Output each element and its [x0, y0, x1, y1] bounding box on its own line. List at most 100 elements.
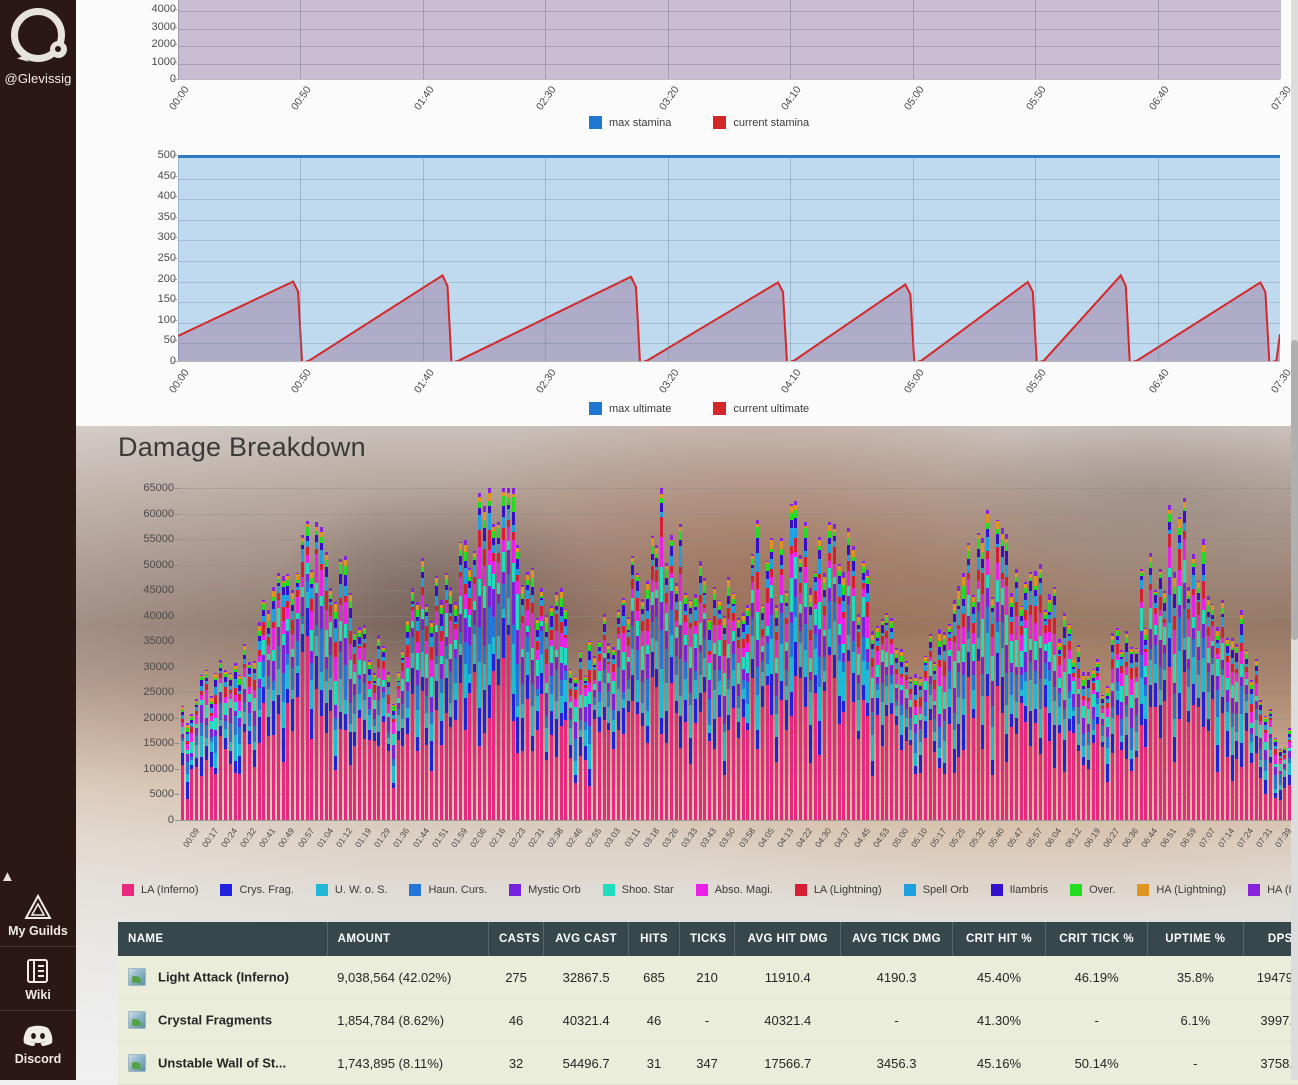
bar[interactable]	[325, 552, 328, 820]
bar[interactable]	[631, 556, 634, 820]
bar[interactable]	[406, 620, 409, 820]
bar[interactable]	[1053, 587, 1056, 820]
bar[interactable]	[881, 619, 884, 820]
bar[interactable]	[953, 600, 956, 820]
table-column-header[interactable]: CASTS	[488, 922, 543, 956]
bar[interactable]	[248, 662, 251, 820]
table-column-header[interactable]: HITS	[629, 922, 680, 956]
legend-item[interactable]: current stamina	[713, 116, 809, 129]
bar[interactable]	[521, 585, 524, 820]
bar[interactable]	[1058, 639, 1061, 820]
sidebar-item-discord[interactable]: Discord	[0, 1010, 76, 1074]
bar[interactable]	[598, 641, 601, 820]
bar[interactable]	[272, 587, 275, 820]
bar[interactable]	[449, 587, 452, 820]
bar[interactable]	[670, 535, 673, 820]
bar[interactable]	[1183, 498, 1186, 820]
bar[interactable]	[1240, 610, 1243, 820]
table-column-header[interactable]: TICKS	[679, 922, 734, 956]
bar[interactable]	[526, 572, 529, 820]
bar[interactable]	[435, 576, 438, 820]
avatar[interactable]: @Glevissig	[5, 6, 72, 86]
bar[interactable]	[1101, 695, 1104, 820]
bar[interactable]	[339, 559, 342, 820]
bar[interactable]	[689, 600, 692, 820]
bar[interactable]	[512, 488, 515, 820]
bar[interactable]	[190, 714, 193, 820]
bar[interactable]	[416, 602, 419, 820]
legend-item[interactable]: Spell Orb	[904, 884, 969, 896]
bar[interactable]	[373, 673, 376, 820]
page-scrollbar-thumb[interactable]	[1291, 340, 1298, 640]
bar[interactable]	[291, 590, 294, 820]
bar[interactable]	[723, 616, 726, 820]
bar[interactable]	[1154, 590, 1157, 820]
bar[interactable]	[1140, 569, 1143, 820]
bar[interactable]	[258, 622, 261, 820]
legend-item[interactable]: LA (Inferno)	[122, 884, 198, 896]
bar[interactable]	[1039, 564, 1042, 820]
bar[interactable]	[181, 706, 184, 820]
bar[interactable]	[459, 542, 462, 820]
bar[interactable]	[411, 588, 414, 820]
bar[interactable]	[464, 540, 467, 820]
bar[interactable]	[660, 488, 663, 820]
table-row[interactable]: Crystal Fragments1,854,784 (8.62%)464032…	[118, 999, 1298, 1042]
bar[interactable]	[607, 643, 610, 820]
bar[interactable]	[253, 661, 256, 820]
bar[interactable]	[1149, 553, 1152, 820]
bar[interactable]	[1020, 605, 1023, 820]
table-row[interactable]: Light Attack (Inferno)9,038,564 (42.02%)…	[118, 956, 1298, 999]
table-column-header[interactable]: UPTIME %	[1148, 922, 1244, 956]
legend-item[interactable]: HA (Lightning)	[1137, 884, 1226, 896]
bar[interactable]	[703, 578, 706, 820]
bar[interactable]	[243, 644, 246, 820]
bar[interactable]	[818, 537, 821, 820]
bar[interactable]	[699, 561, 702, 820]
table-column-header[interactable]: AVG TICK DMG	[841, 922, 952, 956]
bar[interactable]	[421, 557, 424, 820]
bar[interactable]	[555, 592, 558, 820]
bar[interactable]	[229, 673, 232, 820]
bar[interactable]	[1096, 659, 1099, 820]
bar[interactable]	[991, 597, 994, 820]
bar[interactable]	[440, 600, 443, 820]
bar[interactable]	[814, 571, 817, 820]
bar[interactable]	[574, 676, 577, 820]
bar[interactable]	[727, 577, 730, 820]
bar[interactable]	[353, 633, 356, 820]
bar[interactable]	[804, 522, 807, 820]
bar[interactable]	[1283, 747, 1286, 820]
bar[interactable]	[847, 528, 850, 820]
bar[interactable]	[986, 510, 989, 820]
bar[interactable]	[905, 661, 908, 820]
bar[interactable]	[838, 564, 841, 820]
bar[interactable]	[1001, 528, 1004, 820]
bar[interactable]	[1072, 660, 1075, 820]
bar[interactable]	[492, 524, 495, 820]
bar[interactable]	[1173, 572, 1176, 820]
bar[interactable]	[205, 670, 208, 820]
bar[interactable]	[368, 660, 371, 820]
table-column-header[interactable]: AMOUNT	[327, 922, 488, 956]
bar[interactable]	[349, 593, 352, 820]
bar[interactable]	[977, 533, 980, 820]
bar[interactable]	[195, 699, 198, 820]
legend-item[interactable]: Abso. Magi.	[696, 884, 773, 896]
bar[interactable]	[1226, 638, 1229, 820]
bar[interactable]	[445, 573, 448, 820]
bar[interactable]	[382, 646, 385, 820]
bar[interactable]	[852, 546, 855, 820]
bar[interactable]	[200, 675, 203, 820]
bar[interactable]	[900, 649, 903, 820]
bar[interactable]	[1092, 669, 1095, 820]
bar[interactable]	[593, 656, 596, 820]
bar[interactable]	[358, 627, 361, 820]
bar[interactable]	[560, 588, 563, 820]
bar[interactable]	[584, 675, 587, 820]
bar[interactable]	[1250, 680, 1253, 820]
table-column-header[interactable]: AVG HIT DMG	[735, 922, 841, 956]
legend-item[interactable]: Ilambris	[991, 884, 1049, 896]
bar[interactable]	[1235, 644, 1238, 820]
bar[interactable]	[1135, 648, 1138, 820]
